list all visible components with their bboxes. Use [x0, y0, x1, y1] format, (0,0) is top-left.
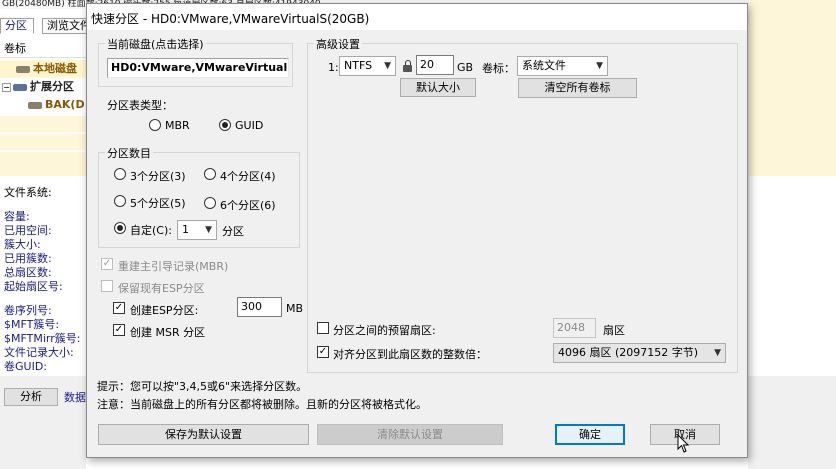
rebuild-mbr-label: 重建主引导记录(MBR)	[118, 260, 229, 273]
keep-esp-checkbox[interactable]	[101, 280, 113, 292]
radio-custom-partitions[interactable]	[114, 222, 126, 234]
ok-button[interactable]: 确定	[555, 424, 625, 445]
disk-icon	[16, 65, 30, 73]
custom-count-value: 1	[182, 223, 189, 236]
partition-table-label: 分区表类型：	[107, 99, 173, 112]
volume-label-select[interactable]: 系统文件 ▼	[517, 56, 608, 76]
create-esp-label: 创建ESP分区:	[130, 304, 199, 317]
keep-esp-label: 保留现有ESP分区	[118, 282, 205, 295]
radio-3-partitions-label: 3个分区(3)	[130, 170, 186, 183]
bg-right-info	[748, 176, 836, 376]
radio-6-partitions[interactable]	[204, 197, 216, 209]
tree-item-local-disk[interactable]: 本地磁盘	[0, 60, 86, 78]
collapse-icon[interactable]: −	[2, 82, 11, 92]
partition-row-index: 1:	[328, 61, 339, 74]
clear-default-button[interactable]: 清除默认设置	[317, 424, 503, 445]
align-sectors-value: 4096 扇区 (2097152 字节)	[558, 346, 699, 359]
reserve-sectors-checkbox[interactable]	[317, 322, 329, 334]
radio-custom-label: 自定(C):	[130, 224, 172, 237]
volume-label-value: 系统文件	[522, 59, 566, 72]
radio-6-partitions-label: 6个分区(6)	[220, 199, 276, 212]
custom-partition-count-select[interactable]: 1 ▼	[177, 220, 217, 240]
radio-3-partitions[interactable]	[114, 168, 126, 180]
reserve-sectors-label: 分区之间的预留扇区:	[333, 324, 436, 337]
mouse-cursor-icon	[677, 434, 689, 453]
reserve-sectors-input[interactable]: 2048	[553, 318, 596, 338]
save-default-button[interactable]: 保存为默认设置	[98, 424, 309, 445]
file-system-select[interactable]: NTFS ▼	[339, 56, 396, 76]
chevron-down-icon: ▼	[596, 61, 603, 71]
radio-guid-label: GUID	[235, 119, 264, 132]
reserve-sectors-unit: 扇区	[603, 324, 625, 337]
radio-5-partitions-label: 5个分区(5)	[130, 197, 186, 210]
info-label: 卷GUID:	[4, 360, 47, 373]
dialog-title: 快速分区 - HD0:VMware,VMwareVirtualS(20GB)	[91, 12, 370, 26]
tree-blank-row	[0, 116, 86, 132]
radio-mbr-label: MBR	[165, 119, 190, 132]
default-size-button[interactable]: 默认大小	[400, 78, 476, 97]
info-label: 起始扇区号:	[4, 280, 63, 293]
esp-size-input[interactable]: 300	[237, 297, 282, 317]
hint-text: 提示：您可以按"3,4,5或6"来选择分区数。	[97, 380, 308, 393]
create-msr-checkbox[interactable]: ✓	[113, 324, 125, 336]
align-partition-checkbox[interactable]: ✓	[317, 346, 329, 358]
partition-count-label: 分区数目	[105, 145, 153, 161]
bg-right-bottom	[748, 376, 836, 469]
warning-text: 注意：当前磁盘上的所有分区都将被删除。且新的分区将被格式化。	[97, 398, 427, 411]
tab-browse-files[interactable]: 浏览文件	[42, 18, 88, 34]
lock-icon[interactable]	[403, 60, 413, 72]
radio-4-partitions-label: 4个分区(4)	[220, 170, 276, 183]
tree-item-extended-partition[interactable]: − 扩展分区	[0, 78, 86, 96]
esp-size-unit: MB	[286, 302, 304, 315]
extended-partition-icon	[13, 83, 27, 91]
radio-4-partitions[interactable]	[204, 168, 216, 180]
chevron-down-icon: ▼	[714, 348, 721, 358]
create-esp-checkbox[interactable]: ✓	[113, 302, 125, 314]
rebuild-mbr-checkbox[interactable]: ✓	[101, 258, 113, 270]
radio-5-partitions[interactable]	[114, 195, 126, 207]
tree-blank-row	[0, 134, 86, 150]
size-unit-label: GB	[457, 61, 474, 74]
align-partition-label: 对齐分区到此扇区数的整数倍：	[333, 348, 487, 361]
create-msr-label: 创建 MSR 分区	[130, 326, 206, 339]
tree-blank-row	[0, 152, 86, 176]
radio-mbr[interactable]	[149, 119, 161, 131]
tree-item-bak[interactable]: BAK(D	[0, 96, 86, 114]
quick-partition-dialog: 快速分区 - HD0:VMware,VMwareVirtualS(20GB) 当…	[86, 3, 748, 458]
clear-all-labels-button[interactable]: 清空所有卷标	[518, 78, 637, 98]
volume-label-label: 卷标：	[482, 62, 515, 75]
current-disk-group: 当前磁盘(点击选择) HD0:VMware,VMwareVirtualS(20G	[98, 36, 293, 87]
advanced-settings-label: 高级设置	[314, 36, 362, 52]
file-system-value: NTFS	[344, 59, 373, 72]
dialog-titlebar[interactable]: 快速分区 - HD0:VMware,VMwareVirtualS(20GB)	[87, 4, 747, 30]
chevron-down-icon: ▼	[384, 61, 391, 71]
partition-unit-label: 分区	[222, 225, 244, 238]
file-system-label: 文件系统:	[4, 186, 52, 199]
current-disk-selector[interactable]: HD0:VMware,VMwareVirtualS(20G	[107, 58, 289, 78]
data-label: 数据	[64, 391, 86, 404]
partition-size-input[interactable]: 20	[416, 55, 454, 75]
tab-partition[interactable]: 分区	[0, 18, 34, 34]
chevron-down-icon: ▼	[205, 225, 212, 235]
align-sectors-select[interactable]: 4096 扇区 (2097152 字节) ▼	[553, 343, 726, 363]
analyze-button[interactable]: 分析	[4, 388, 58, 406]
radio-guid[interactable]	[219, 119, 231, 131]
current-disk-label: 当前磁盘(点击选择)	[105, 36, 206, 52]
disk-icon	[28, 101, 42, 109]
column-header-volume-label: 卷标	[0, 40, 86, 58]
